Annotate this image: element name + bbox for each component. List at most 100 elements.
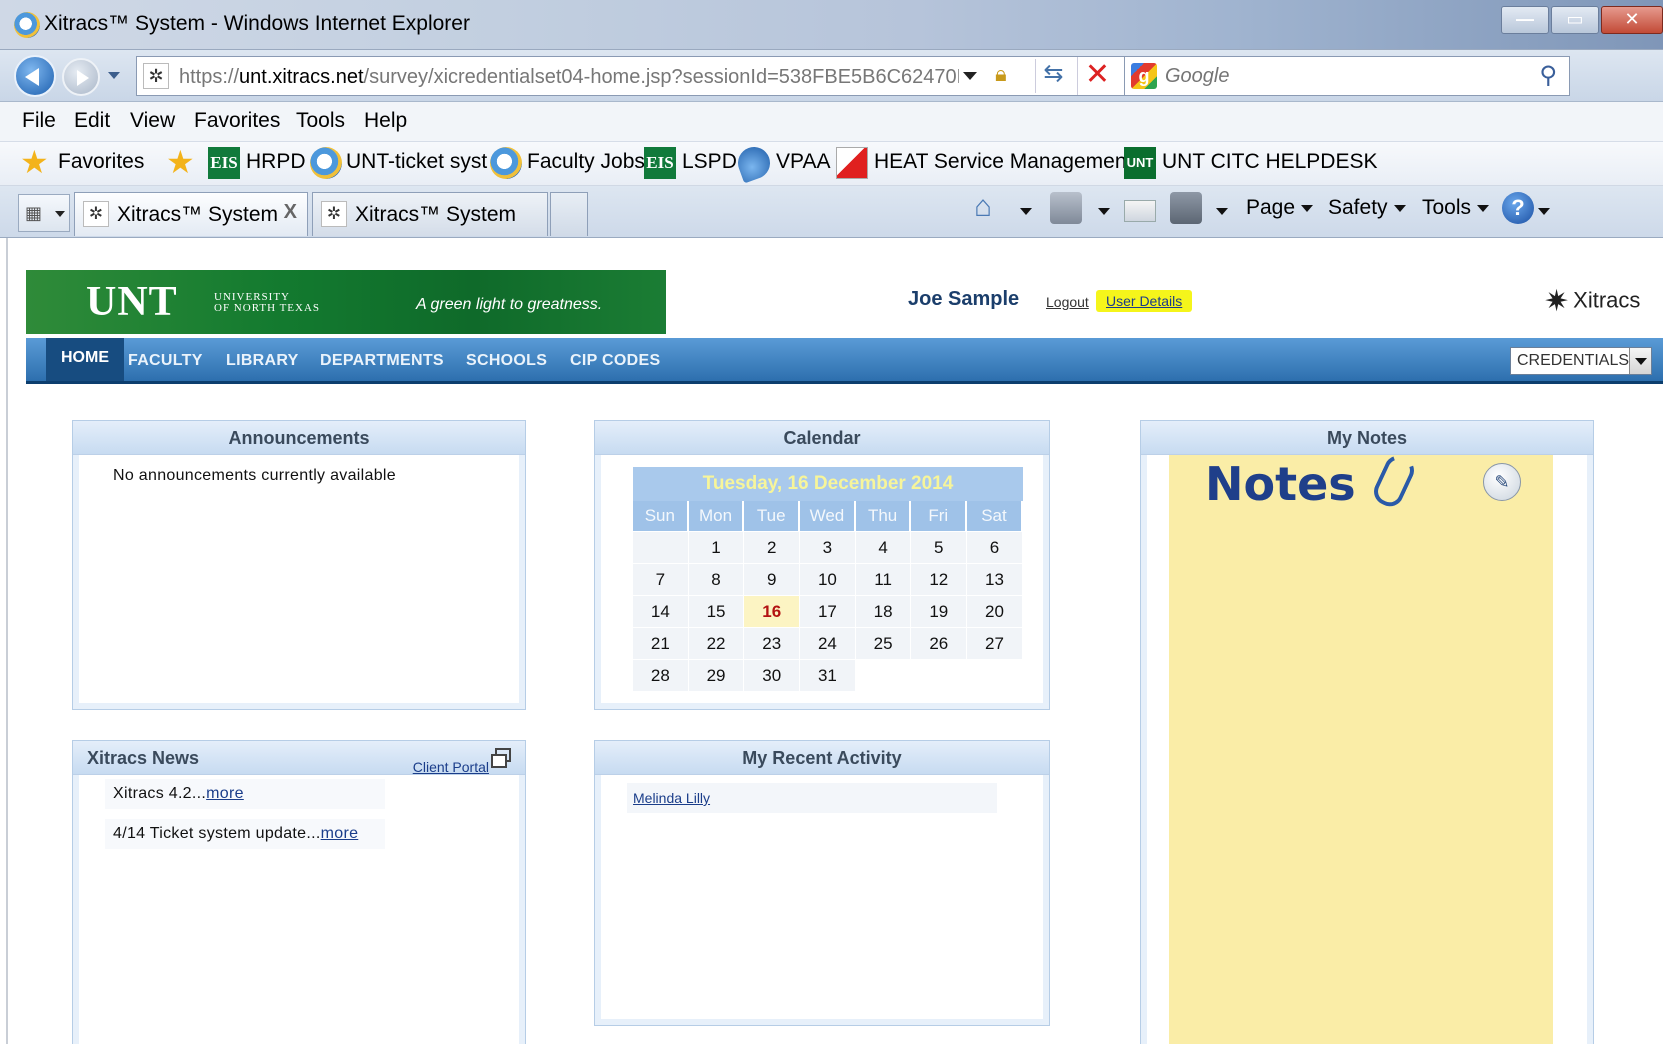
calendar-day[interactable]: 10 [800,563,856,595]
calendar-day[interactable]: 3 [800,531,856,563]
fav-hrpd[interactable]: HRPD [246,150,306,174]
url-text[interactable]: https://unt.xitracs.net/survey/xicredent… [179,66,959,89]
calendar-day[interactable]: 22 [688,627,745,659]
fav-heat[interactable]: HEAT Service Management [874,150,1132,174]
maximize-button[interactable]: ▭ [1551,6,1599,34]
search-icon[interactable]: ⚲ [1539,61,1557,90]
print-icon[interactable] [1170,192,1202,224]
calendar-day[interactable]: 2 [744,531,801,563]
feeds-dropdown-icon[interactable] [1098,208,1110,215]
nav-schools[interactable]: SCHOOLS [466,352,547,370]
calendar-day[interactable]: 25 [855,627,912,659]
calendar-day-today[interactable]: 16 [744,595,801,627]
calendar-day[interactable]: 20 [967,595,1023,627]
help-dropdown-icon[interactable] [1538,208,1550,215]
calendar-day[interactable]: 21 [633,627,689,659]
new-tab-button[interactable] [550,192,588,236]
fav-lspd[interactable]: LSPD [682,150,737,174]
url-field[interactable]: ✲ https://unt.xitracs.net/survey/xicrede… [136,56,1136,96]
logout-link[interactable]: Logout [1046,294,1089,310]
chevron-down-icon[interactable] [1629,348,1651,374]
menu-view[interactable]: View [130,109,175,133]
activity-body: Melinda Lilly [601,775,1043,1019]
menu-help[interactable]: Help [364,109,407,133]
announcements-panel: Announcements No announcements currently… [72,420,526,710]
close-window-button[interactable]: ✕ [1601,6,1663,34]
print-dropdown-icon[interactable] [1216,208,1228,215]
activity-item-link[interactable]: Melinda Lilly [627,783,997,813]
home-icon[interactable]: ⌂ [974,192,1006,224]
calendar-day[interactable]: 31 [800,659,856,691]
tab-list-dropdown-icon[interactable] [55,211,65,217]
history-dropdown-icon[interactable] [108,72,120,79]
calendar-day[interactable]: 27 [967,627,1023,659]
menu-edit[interactable]: Edit [74,109,110,133]
calendar-day[interactable]: 18 [855,595,912,627]
home-dropdown-icon[interactable] [1020,208,1032,215]
page-menu[interactable]: Page [1246,196,1314,220]
quick-tabs-button[interactable]: ▦ [18,194,70,232]
menu-favorites[interactable]: Favorites [194,109,280,133]
news-more-link[interactable]: more [206,785,244,802]
calendar-day[interactable]: 23 [744,627,801,659]
feeds-icon[interactable] [1050,192,1082,224]
search-input[interactable] [1165,61,1525,91]
tab-xitracs-2[interactable]: ✲ Xitracs™ System [312,192,548,236]
credentials-select-value: CREDENTIALS [1517,352,1630,369]
menu-tools[interactable]: Tools [296,109,345,133]
calendar-day[interactable]: 12 [911,563,968,595]
tab-xitracs-1[interactable]: ✲ Xitracs™ System X [74,192,308,236]
calendar-day[interactable]: 5 [911,531,968,563]
favorites-button[interactable]: Favorites [58,150,144,174]
calendar-day[interactable]: 8 [688,563,745,595]
calendar-day[interactable]: 14 [633,595,689,627]
external-window-icon[interactable] [491,748,511,768]
forward-button[interactable] [62,58,100,96]
calendar-day[interactable]: 6 [967,531,1023,563]
news-more-link[interactable]: more [321,825,359,842]
user-details-link[interactable]: User Details [1096,290,1193,312]
news-header: Xitracs News Client Portal [73,741,525,775]
nav-departments[interactable]: DEPARTMENTS [320,352,444,370]
unt-banner[interactable]: UNT UNIVERSITY OF NORTH TEXAS A green lig… [26,270,666,334]
calendar-day[interactable]: 17 [800,595,856,627]
lock-icon[interactable]: 🔒︎ [995,61,1017,91]
calendar-day[interactable]: 28 [633,659,689,691]
calendar-day[interactable]: 13 [967,563,1023,595]
refresh-icon[interactable]: ⇆ [1035,59,1071,93]
tools-menu[interactable]: Tools [1422,196,1490,220]
search-box[interactable]: g ⚲ [1124,56,1570,96]
nav-library[interactable]: LIBRARY [226,352,299,370]
fav-vpaa[interactable]: VPAA [776,150,830,174]
notes-pad[interactable]: Notes ✎ [1169,451,1553,1044]
close-tab-icon[interactable]: X [284,201,297,224]
edit-note-icon[interactable]: ✎ [1483,463,1521,501]
credentials-select[interactable]: CREDENTIALS [1510,347,1652,375]
stop-icon[interactable]: ✕ [1077,57,1117,95]
nav-cip-codes[interactable]: CIP CODES [570,352,660,370]
calendar-day[interactable]: 1 [688,531,745,563]
calendar-day[interactable]: 9 [744,563,801,595]
fav-unt-citc[interactable]: UNT CITC HELPDESK [1162,150,1378,174]
minimize-button[interactable]: — [1501,6,1549,34]
fav-faculty-jobs[interactable]: Faculty Jobs [527,150,645,174]
back-button[interactable] [14,55,56,97]
safety-menu[interactable]: Safety [1328,196,1406,220]
calendar-day[interactable]: 26 [911,627,968,659]
add-favorite-icon[interactable]: ★ [166,146,198,179]
calendar-day[interactable]: 19 [911,595,968,627]
calendar-day[interactable]: 29 [688,659,745,691]
calendar-day[interactable]: 15 [688,595,745,627]
help-icon[interactable]: ? [1502,192,1534,224]
nav-faculty[interactable]: FACULTY [128,352,203,370]
calendar-day[interactable]: 30 [744,659,801,691]
fav-unt-ticket[interactable]: UNT-ticket syst [346,150,487,174]
calendar-day[interactable]: 11 [855,563,912,595]
nav-home[interactable]: HOME [46,338,124,381]
calendar-day[interactable]: 7 [633,563,689,595]
url-dropdown-icon[interactable] [963,72,977,80]
calendar-day[interactable]: 24 [800,627,856,659]
calendar-day[interactable]: 4 [855,531,912,563]
mail-icon[interactable] [1124,200,1156,222]
menu-file[interactable]: File [22,109,56,133]
